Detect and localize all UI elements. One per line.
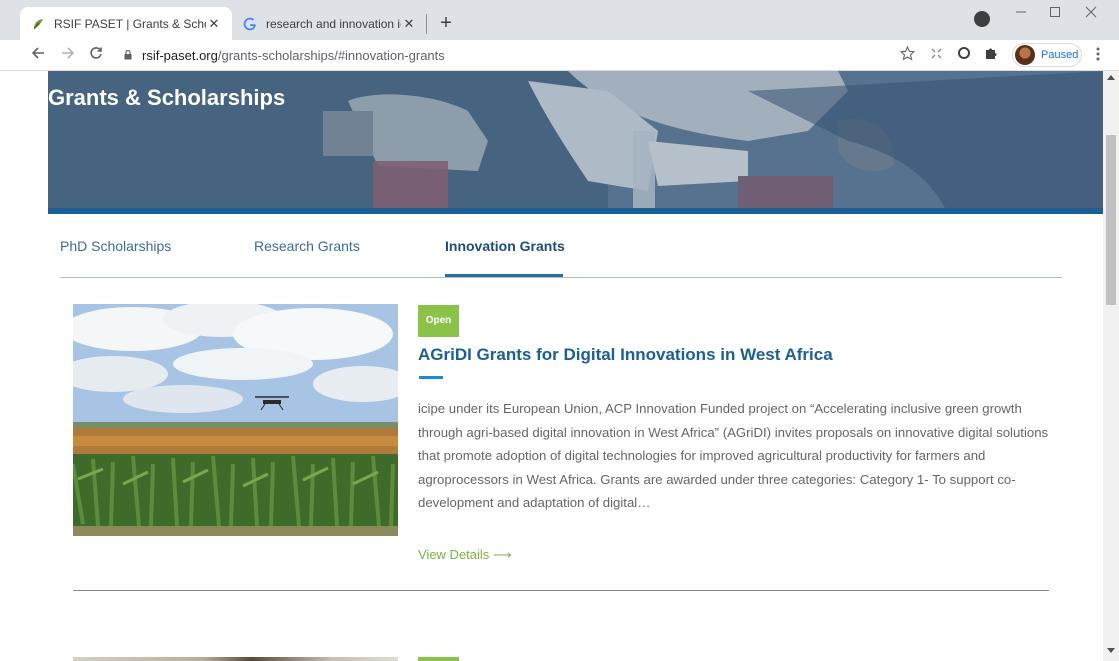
- new-tab-button[interactable]: +: [432, 9, 460, 37]
- close-icon[interactable]: ✕: [401, 16, 417, 32]
- google-g-icon: [242, 16, 258, 32]
- grant-description: icipe under its European Union, ACP Inno…: [418, 401, 1049, 510]
- tab-divider: [426, 14, 427, 34]
- browser-tab-google[interactable]: research and innovation icon - G ✕: [232, 7, 427, 40]
- browser-toolbar: rsif-paset.org/grants-scholarships/#inno…: [0, 40, 1119, 71]
- grant-type-tabs: PhD Scholarships Research Grants Innovat…: [60, 226, 1062, 278]
- page-title: Grants & Scholarships: [48, 85, 286, 110]
- lock-icon: [124, 50, 132, 60]
- extension-icon[interactable]: [974, 11, 990, 27]
- grant-title[interactable]: AGriDI Grants for Digital Innovations in…: [418, 345, 833, 365]
- bookmark-star-icon[interactable]: [898, 45, 916, 64]
- scroll-down-arrow-icon[interactable]: [1106, 648, 1116, 656]
- menu-kebab-icon[interactable]: [1096, 46, 1100, 66]
- card-divider: [73, 590, 1049, 591]
- status-badge: Open: [418, 305, 459, 337]
- browser-tab-strip: RSIF PASET | Grants & Scholarshi ✕ resea…: [0, 0, 1119, 40]
- url-path: /grants-scholarships/#innovation-grants: [217, 48, 445, 63]
- active-tab-indicator: [445, 274, 563, 277]
- address-bar[interactable]: rsif-paset.org/grants-scholarships/#inno…: [114, 44, 914, 68]
- tab-title: RSIF PASET | Grants & Scholarshi: [54, 16, 206, 31]
- maximize-icon[interactable]: [1037, 0, 1073, 28]
- next-grant-image[interactable]: [73, 657, 398, 661]
- profile-button[interactable]: Paused: [1012, 43, 1082, 67]
- forward-arrow-icon[interactable]: [56, 43, 80, 67]
- tab-title: research and innovation icon - G: [266, 16, 401, 31]
- back-arrow-icon[interactable]: [26, 43, 50, 67]
- tab-research-grants[interactable]: Research Grants: [254, 238, 360, 254]
- tab-innovation-grants[interactable]: Innovation Grants: [445, 238, 565, 254]
- avatar: [1015, 45, 1035, 65]
- scroll-thumb[interactable]: [1106, 135, 1116, 305]
- tab-phd-scholarships[interactable]: PhD Scholarships: [60, 238, 171, 254]
- close-window-icon[interactable]: [1073, 0, 1109, 28]
- view-details-link[interactable]: View Details ⟶: [418, 547, 512, 563]
- grant-image-drone-over-crops[interactable]: [73, 304, 398, 536]
- url-host: rsif-paset.org: [142, 48, 218, 63]
- minimize-icon[interactable]: [1003, 0, 1039, 28]
- reload-icon[interactable]: [84, 43, 108, 67]
- title-underline: [419, 376, 443, 379]
- hero-banner: Grants & Scholarships: [48, 71, 1103, 214]
- hero-accent-bar: [48, 208, 1103, 214]
- close-icon[interactable]: ✕: [206, 16, 222, 32]
- next-status-badge: [418, 657, 459, 661]
- extension-circle-icon[interactable]: [955, 46, 973, 64]
- rsif-leaf-icon: [30, 16, 46, 32]
- extension-puzzle-alt-icon[interactable]: [927, 46, 945, 64]
- browser-tab-rsif[interactable]: RSIF PASET | Grants & Scholarshi ✕: [20, 7, 232, 40]
- url-text: rsif-paset.org/grants-scholarships/#inno…: [142, 48, 445, 63]
- profile-status: Paused: [1041, 49, 1079, 61]
- extensions-puzzle-icon[interactable]: [982, 46, 1000, 64]
- scroll-up-arrow-icon[interactable]: [1106, 74, 1116, 82]
- page-scrollbar[interactable]: [1103, 71, 1119, 661]
- page-viewport: Grants & Scholarships PhD Scholarships R…: [0, 71, 1103, 661]
